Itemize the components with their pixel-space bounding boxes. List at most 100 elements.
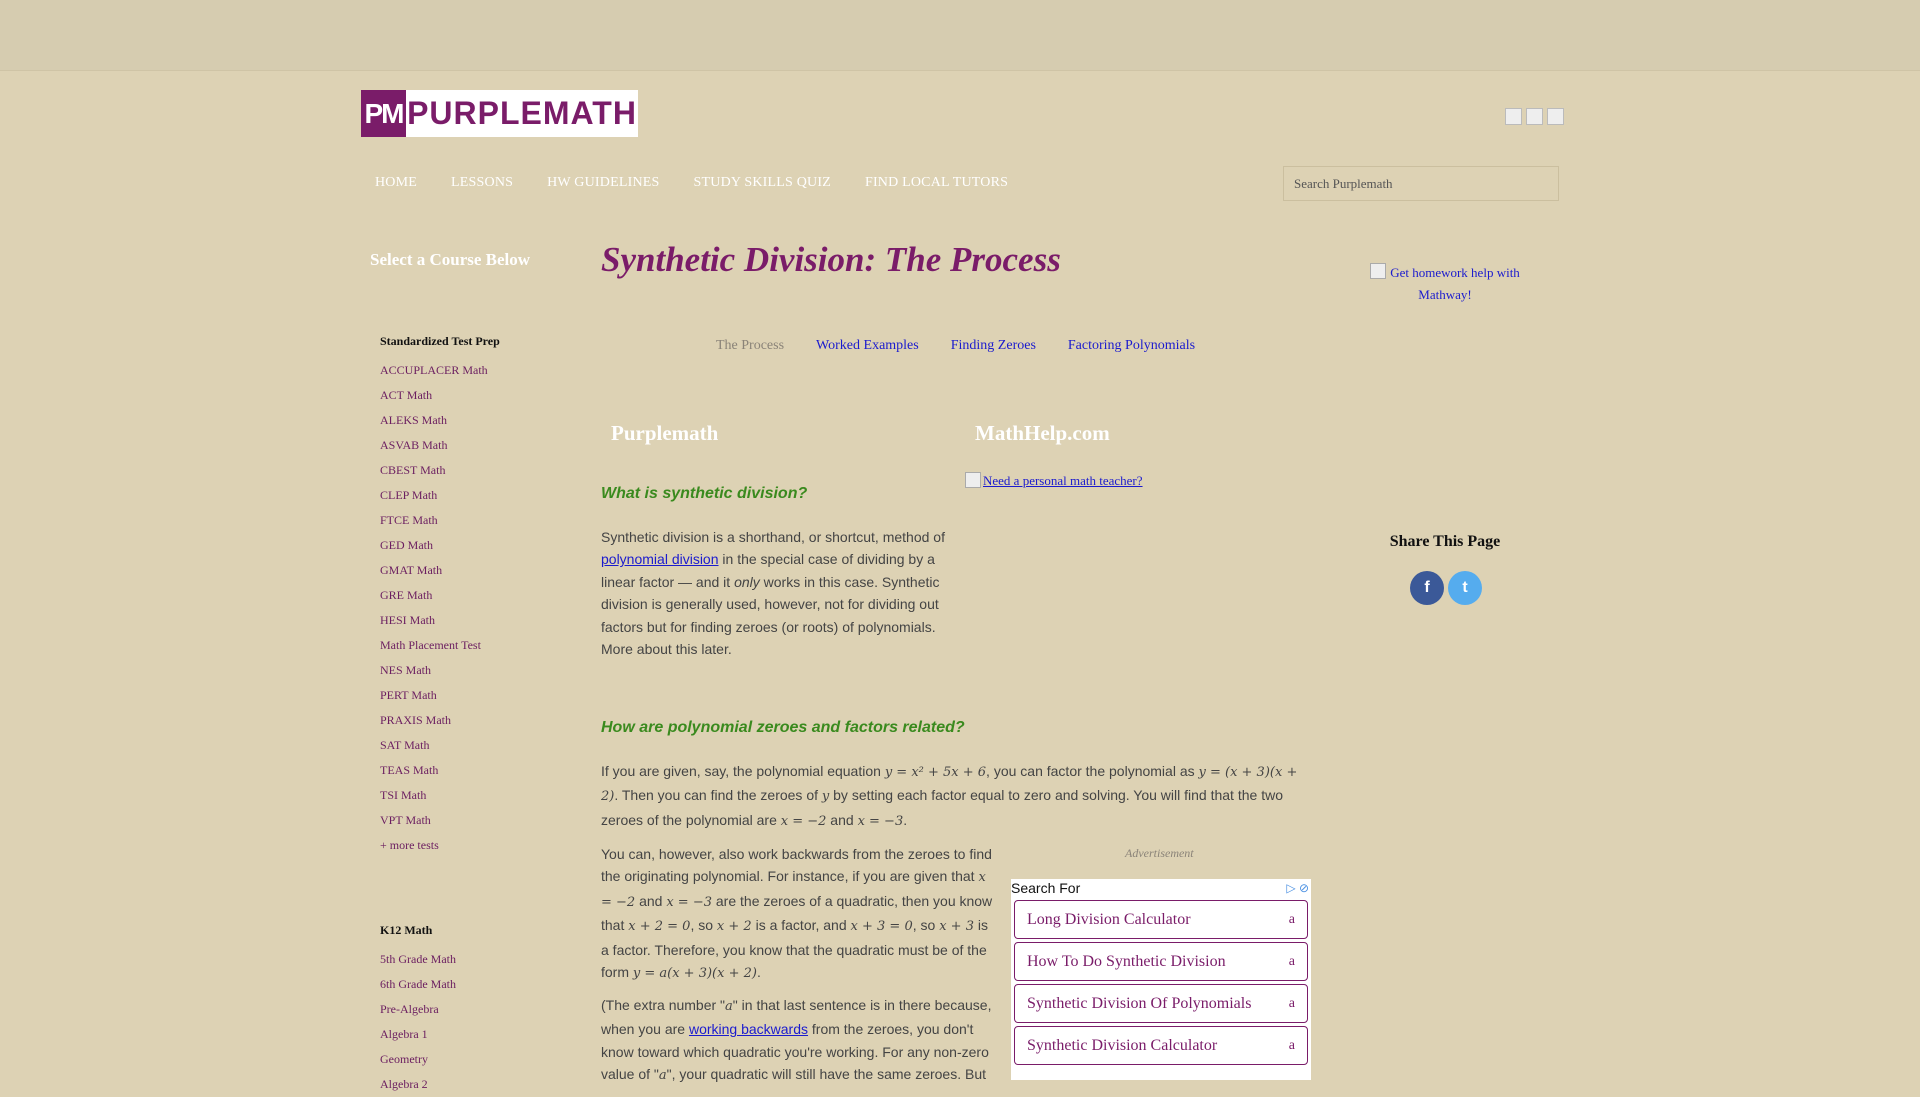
course-link[interactable]: GED Math (380, 538, 433, 552)
text: . (903, 811, 908, 828)
broken-image-icon (965, 472, 981, 488)
course-link[interactable]: GMAT Math (380, 563, 442, 577)
section-heading: How are polynomial zeroes and factors re… (601, 719, 965, 736)
list-item: Algebra 2 (380, 1072, 561, 1097)
chevron-right-icon: a (1288, 1037, 1295, 1053)
nav-study-skills-quiz[interactable]: STUDY SKILLS QUIZ (680, 172, 845, 196)
purplemath-heading: Purplemath (611, 421, 719, 445)
broken-image-icon (1370, 263, 1387, 279)
main-nav: HOME LESSONS HW GUIDELINES STUDY SKILLS … (361, 172, 1028, 196)
ad-search-button[interactable]: Synthetic Division Of Polynomials a (1014, 984, 1308, 1023)
subnav-the-process: The Process (716, 338, 785, 353)
section-heading: What is synthetic division? (601, 485, 808, 502)
course-link[interactable]: FTCE Math (380, 513, 438, 527)
polynomial-division-link[interactable]: polynomial division (601, 551, 719, 567)
sidebar-title: Select a Course Below (370, 250, 531, 269)
paragraph-work-backwards: You can, however, also work backwards fr… (601, 843, 996, 985)
broken-image-icon[interactable] (1547, 108, 1564, 125)
list-item: ALEKS Math (380, 408, 561, 433)
header-social-icons (1505, 108, 1564, 125)
list-item: CLEP Math (380, 483, 561, 508)
broken-image-icon[interactable] (1526, 108, 1543, 125)
math-expression: a (658, 1068, 667, 1084)
chevron-right-icon: a (1288, 953, 1295, 969)
ad-header-text: Search For (1011, 880, 1081, 896)
ad-search-button[interactable]: Synthetic Division Calculator a (1014, 1026, 1308, 1065)
ad-search-button[interactable]: How To Do Synthetic Division a (1014, 942, 1308, 981)
facebook-icon[interactable]: f (1410, 571, 1444, 605)
course-link[interactable]: TEAS Math (380, 763, 438, 777)
course-link[interactable]: ASVAB Math (380, 438, 447, 452)
working-backwards-link[interactable]: working backwards (689, 1021, 808, 1037)
course-link[interactable]: 5th Grade Math (380, 952, 456, 966)
subnav-factoring-polynomials[interactable]: Factoring Polynomials (1068, 338, 1195, 354)
course-link[interactable]: CLEP Math (380, 488, 437, 502)
course-link[interactable]: HESI Math (380, 613, 435, 627)
paragraph-extra-number: (The extra number "a" in that last sente… (601, 994, 996, 1088)
nav-lessons[interactable]: LESSONS (437, 172, 527, 196)
course-link[interactable]: ACCUPLACER Math (380, 363, 488, 377)
top-banner (0, 0, 1920, 71)
nav-find-local-tutors[interactable]: FIND LOCAL TUTORS (851, 172, 1022, 196)
chevron-right-icon: a (1288, 995, 1295, 1011)
twitter-icon[interactable]: t (1448, 571, 1482, 605)
subnav-finding-zeroes[interactable]: Finding Zeroes (951, 338, 1036, 354)
text: If you are given, say, the polynomial eq… (601, 763, 885, 779)
list-item: GRE Math (380, 583, 561, 608)
course-link[interactable]: Geometry (380, 1052, 428, 1066)
course-link[interactable]: ACT Math (380, 388, 432, 402)
sidebar-group-heading: K12 Math (380, 923, 433, 937)
purplemath-logo[interactable]: PM PURPLEMATH (361, 90, 638, 137)
list-item: VPT Math (380, 808, 561, 833)
course-link[interactable]: ALEKS Math (380, 413, 447, 427)
course-link[interactable]: VPT Math (380, 813, 431, 827)
course-link[interactable]: CBEST Math (380, 463, 445, 477)
course-link[interactable]: SAT Math (380, 738, 429, 752)
nav-hw-guidelines[interactable]: HW GUIDELINES (533, 172, 673, 196)
math-expression: x = −3 (666, 894, 712, 910)
list-item: ACCUPLACER Math (380, 358, 561, 383)
course-link[interactable]: NES Math (380, 663, 431, 677)
course-link[interactable]: 6th Grade Math (380, 977, 456, 991)
text: . Then you can find the zeroes of (614, 787, 822, 804)
list-item: Algebra 1 (380, 1022, 561, 1047)
emphasis: only (734, 573, 760, 590)
mathway-promo[interactable]: Get homework help with Mathway! (1356, 262, 1534, 306)
ad-search-button[interactable]: Long Division Calculator a (1014, 900, 1308, 939)
nav-home[interactable]: HOME (361, 172, 431, 196)
list-item: GED Math (380, 533, 561, 558)
mathway-link[interactable]: Get homework help with Mathway! (1390, 265, 1520, 302)
search-ad-box: Search For ▷ ⊘ Long Division Calculator a… (1011, 879, 1311, 1080)
list-item: SAT Math (380, 733, 561, 758)
list-item: PERT Math (380, 683, 561, 708)
course-link[interactable]: TSI Math (380, 788, 426, 802)
course-link[interactable]: GRE Math (380, 588, 432, 602)
share-heading: Share This Page (1389, 533, 1501, 550)
more-tests-link[interactable]: + more tests (380, 838, 439, 852)
course-link[interactable]: Algebra 1 (380, 1027, 428, 1041)
subnav-worked-examples[interactable]: Worked Examples (816, 338, 919, 354)
broken-image-icon[interactable] (1505, 108, 1522, 125)
math-expression: a (725, 999, 733, 1014)
paragraph-synthetic-division: Synthetic division is a shorthand, or sh… (601, 526, 961, 660)
course-link[interactable]: Math Placement Test (380, 638, 481, 652)
course-sidebar: Select a Course Below Standardized Test … (361, 250, 561, 1097)
text: and (635, 892, 667, 909)
course-link[interactable]: PERT Math (380, 688, 437, 702)
list-item: Geometry (380, 1047, 561, 1072)
mathhelp-promo[interactable]: Need a personal math teacher? (965, 472, 1143, 489)
course-link[interactable]: Algebra 2 (380, 1077, 428, 1091)
course-link[interactable]: Pre-Algebra (380, 1002, 439, 1016)
course-link[interactable]: PRAXIS Math (380, 713, 451, 727)
personal-teacher-link[interactable]: Need a personal math teacher? (983, 473, 1143, 488)
text: (The extra number " (601, 997, 726, 1013)
ad-header: Search For ▷ ⊘ (1011, 879, 1311, 897)
list-item: TEAS Math (380, 758, 561, 783)
list-item: TSI Math (380, 783, 561, 808)
ad-search-label: Synthetic Division Of Polynomials (1027, 994, 1252, 1012)
advertisement-label: Advertisement (1125, 846, 1194, 860)
adchoices-icon[interactable]: ▷ ⊘ (1286, 881, 1309, 895)
sidebar-group-heading: Standardized Test Prep (380, 334, 500, 348)
search-input[interactable] (1283, 166, 1559, 201)
k12-list: 5th Grade Math 6th Grade Math Pre-Algebr… (361, 947, 561, 1097)
